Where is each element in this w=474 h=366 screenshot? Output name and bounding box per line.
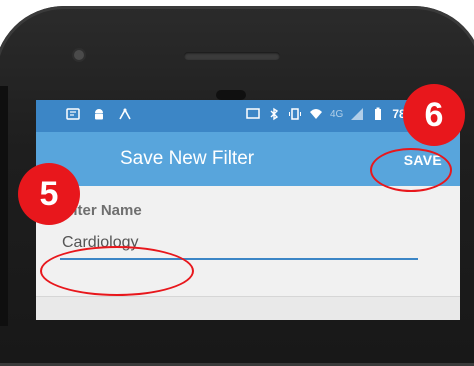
wifi-icon	[310, 109, 322, 119]
notification-icon	[66, 108, 80, 120]
battery-icon	[375, 107, 382, 120]
earpiece-speaker	[184, 52, 280, 60]
vibrate-icon	[289, 108, 301, 120]
phone-edge	[0, 86, 8, 326]
network-type: 4G	[330, 108, 344, 120]
android-icon	[95, 109, 103, 120]
save-highlight-ring	[370, 148, 452, 192]
step-6-badge: 6	[403, 84, 465, 146]
usb-debug-icon	[119, 108, 131, 120]
name-highlight-ring	[40, 246, 194, 296]
front-camera-icon	[74, 50, 84, 60]
proximity-sensor	[216, 90, 246, 100]
cast-icon	[246, 108, 260, 119]
step-5-badge: 5	[18, 163, 80, 225]
status-bar: 4G 78% 12	[36, 100, 460, 132]
list-area	[36, 297, 460, 320]
bluetooth-icon	[270, 107, 279, 121]
signal-icon	[351, 108, 364, 120]
page-title: Save New Filter	[120, 148, 255, 169]
